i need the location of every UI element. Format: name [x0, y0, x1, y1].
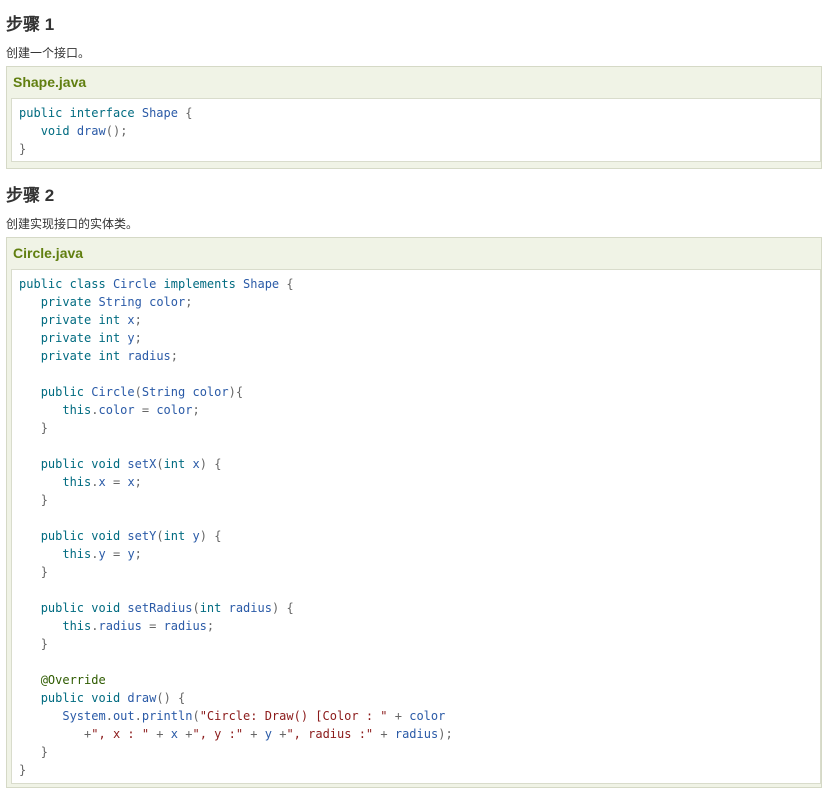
code-line: @Override	[40, 673, 106, 687]
code-line: public void setRadius(int radius) {	[40, 601, 294, 615]
code-line: }	[19, 142, 27, 156]
code-line: }	[19, 763, 27, 777]
code-line: this.color = color;	[62, 403, 200, 417]
code-line: }	[40, 493, 48, 507]
circle-java-code-box[interactable]: public class Circle implements Shape { p…	[11, 269, 821, 784]
circle-java-example: Circle.java public class Circle implemen…	[6, 237, 822, 788]
code-line: System.out.println("Circle: Draw() [Colo…	[62, 709, 446, 723]
code-line: public interface Shape {	[19, 106, 193, 120]
code-line: +", x : " + x +", y :" + y +", radius :"…	[84, 727, 453, 741]
shape-java-code: public interface Shape { void draw();}	[19, 104, 192, 158]
code-line: public void setY(int y) {	[40, 529, 222, 543]
circle-java-title: Circle.java	[13, 245, 84, 261]
step-1-description: 创建一个接口。	[6, 46, 91, 60]
circle-java-code: public class Circle implements Shape { p…	[19, 275, 453, 779]
step-2-description: 创建实现接口的实体类。	[6, 217, 139, 231]
code-line: public class Circle implements Shape {	[19, 277, 294, 291]
code-line: private String color;	[40, 295, 193, 309]
code-line: private int y;	[40, 331, 142, 345]
step-2-title: 步骤 2	[6, 186, 55, 205]
code-line: this.y = y;	[62, 547, 142, 561]
code-line: private int x;	[40, 313, 142, 327]
shape-java-title: Shape.java	[13, 74, 87, 90]
code-line: void draw();	[40, 124, 128, 138]
code-line: }	[40, 745, 48, 759]
code-line: public void draw() {	[40, 691, 186, 705]
code-line: this.radius = radius;	[62, 619, 215, 633]
shape-java-code-box[interactable]: public interface Shape { void draw();}	[11, 98, 821, 162]
code-line: }	[40, 565, 48, 579]
code-line: }	[40, 637, 48, 651]
code-line: this.x = x;	[62, 475, 142, 489]
step-1-title: 步骤 1	[6, 15, 55, 34]
shape-java-example: Shape.java public interface Shape { void…	[6, 66, 822, 169]
code-line: }	[40, 421, 48, 435]
code-line: public Circle(String color){	[40, 385, 244, 399]
code-line: private int radius;	[40, 349, 179, 363]
code-line: public void setX(int x) {	[40, 457, 222, 471]
